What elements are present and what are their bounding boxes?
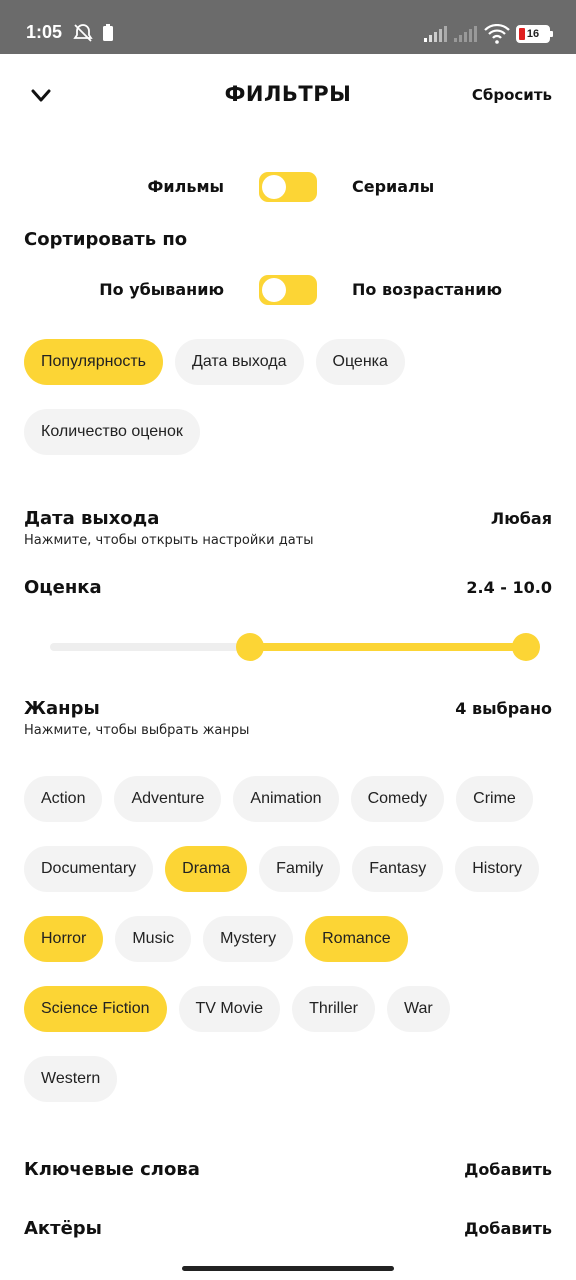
sort-chip[interactable]: Дата выхода xyxy=(175,339,304,385)
actors-title: Актёры xyxy=(24,1218,102,1239)
release-date-subtitle: Нажмите, чтобы открыть настройки даты xyxy=(24,533,314,548)
toggle-knob xyxy=(262,278,286,302)
genre-chip[interactable]: TV Movie xyxy=(178,986,281,1032)
battery-icon: 16 xyxy=(516,25,553,43)
sort-order-row: По убыванию По возрастанию xyxy=(0,275,576,305)
genre-chip[interactable]: Adventure xyxy=(114,776,222,822)
sort-chip[interactable]: Оценка xyxy=(315,339,405,385)
ascending-label: По возрастанию xyxy=(352,280,502,299)
genre-chip[interactable]: Music xyxy=(115,916,192,962)
movies-label: Фильмы xyxy=(147,177,224,196)
home-indicator[interactable] xyxy=(182,1266,394,1271)
genre-chip[interactable]: Horror xyxy=(24,916,104,962)
slider-fill xyxy=(250,643,526,651)
actors-add-button[interactable]: Добавить xyxy=(464,1219,552,1238)
genre-chip[interactable]: Crime xyxy=(456,776,533,822)
rating-title: Оценка xyxy=(24,577,102,598)
sort-order-toggle[interactable] xyxy=(259,275,317,305)
genre-chip[interactable]: Drama xyxy=(165,846,248,892)
genre-chip[interactable]: Family xyxy=(259,846,341,892)
toggle-knob xyxy=(262,175,286,199)
sort-chip[interactable]: Популярность xyxy=(24,339,164,385)
type-toggle-row: Фильмы Сериалы xyxy=(0,172,576,202)
sort-title: Сортировать по xyxy=(24,229,188,250)
descending-label: По убыванию xyxy=(99,280,224,299)
genre-chip[interactable]: Mystery xyxy=(203,916,294,962)
signal-icon xyxy=(454,26,478,46)
genre-chip[interactable]: Fantasy xyxy=(352,846,444,892)
genre-chip[interactable]: Thriller xyxy=(292,986,375,1032)
genre-chip[interactable]: Western xyxy=(24,1056,118,1102)
genre-chip[interactable]: Action xyxy=(24,776,103,822)
battery-level: 16 xyxy=(526,28,540,40)
signal-icon xyxy=(424,26,448,46)
status-time: 1:05 xyxy=(26,22,63,42)
slider-thumb-low[interactable] xyxy=(236,633,265,661)
keywords-title: Ключевые слова xyxy=(24,1159,200,1180)
genre-chips: Action Adventure Animation Comedy Crime Docum… xyxy=(24,776,554,1102)
release-date-title[interactable]: Дата выхода xyxy=(24,508,159,529)
wifi-icon xyxy=(484,23,510,48)
genre-chip[interactable]: Animation xyxy=(233,776,339,822)
genre-chip[interactable]: Science Fiction xyxy=(24,986,167,1032)
reset-button[interactable]: Сбросить xyxy=(472,86,552,104)
sort-chip[interactable]: Количество оценок xyxy=(24,409,200,455)
genres-subtitle: Нажмите, чтобы выбрать жанры xyxy=(24,723,250,738)
type-toggle[interactable] xyxy=(259,172,317,202)
battery-saver-icon xyxy=(102,24,114,46)
genre-chip[interactable]: Comedy xyxy=(350,776,445,822)
rating-slider[interactable] xyxy=(50,633,540,661)
status-bar: 1:05 16 xyxy=(0,0,576,54)
genres-title[interactable]: Жанры xyxy=(24,698,100,719)
slider-thumb-high[interactable] xyxy=(512,633,540,661)
rating-value: 2.4 - 10.0 xyxy=(466,578,552,597)
series-label: Сериалы xyxy=(352,177,435,196)
genre-chip[interactable]: History xyxy=(455,846,539,892)
alarm-off-icon xyxy=(72,22,94,48)
sort-options: Популярность Дата выхода Оценка Количество … xyxy=(24,339,554,455)
genre-chip[interactable]: Romance xyxy=(305,916,408,962)
genre-chip[interactable]: War xyxy=(386,986,450,1032)
keywords-add-button[interactable]: Добавить xyxy=(464,1160,552,1179)
release-date-value[interactable]: Любая xyxy=(491,509,552,528)
genre-chip[interactable]: Documentary xyxy=(24,846,154,892)
genres-count: 4 выбрано xyxy=(455,699,552,718)
